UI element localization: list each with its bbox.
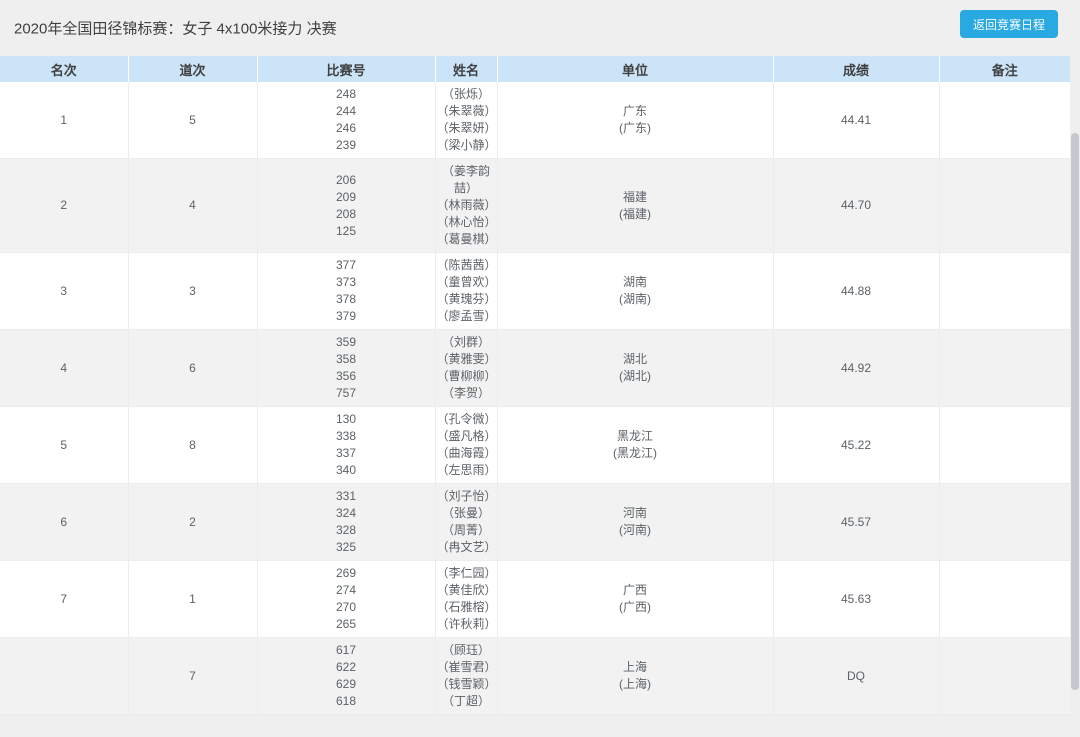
- bib-cell: 206 209 208 125: [257, 158, 436, 253]
- unit-cell: 上海 (上海): [497, 637, 774, 715]
- back-to-schedule-button[interactable]: 返回竞赛日程: [959, 10, 1058, 38]
- table-row: 7 1 269 274 270 265 （李仁园） （黄佳欣） （石雅榕） （许秋莉） 广西 (广西)…: [0, 560, 1070, 638]
- rank-cell: 1: [0, 82, 129, 159]
- result-cell: 44.92: [773, 329, 940, 407]
- rank-cell: [0, 637, 129, 715]
- lane-cell: 5: [128, 82, 258, 159]
- remark-cell: [939, 483, 1070, 561]
- col-header-lane: 道次: [128, 56, 258, 82]
- rank-cell: 5: [0, 406, 129, 484]
- bib-cell: 331 324 328 325: [257, 483, 436, 561]
- unit-cell: 黑龙江 (黑龙江): [497, 406, 774, 484]
- lane-cell: 8: [128, 406, 258, 484]
- remark-cell: [939, 406, 1070, 484]
- lane-cell: 6: [128, 329, 258, 407]
- unit-cell: 河南 (河南): [497, 483, 774, 561]
- bib-cell: 130 338 337 340: [257, 406, 436, 484]
- remark-cell: [939, 329, 1070, 407]
- remark-cell: [939, 252, 1070, 330]
- table-row: 1 5 248 244 246 239 （张烁） （朱翠薇） （朱翠妍） （梁小静） 广东 (广东) 4…: [0, 82, 1070, 159]
- name-cell: （刘群） （黄雅雯） （曹柳柳） （李贺）: [435, 329, 498, 407]
- unit-cell: 湖北 (湖北): [497, 329, 774, 407]
- lane-cell: 1: [128, 560, 258, 638]
- result-cell: 44.88: [773, 252, 940, 330]
- unit-cell: 广西 (广西): [497, 560, 774, 638]
- bib-cell: 377 373 378 379: [257, 252, 436, 330]
- rank-cell: 4: [0, 329, 129, 407]
- table-row: 4 6 359 358 356 757 （刘群） （黄雅雯） （曹柳柳） （李贺） 湖北 (湖北) 44…: [0, 329, 1070, 407]
- rank-cell: 7: [0, 560, 129, 638]
- lane-cell: 3: [128, 252, 258, 330]
- name-cell: （张烁） （朱翠薇） （朱翠妍） （梁小静）: [435, 82, 498, 159]
- table-header: 名次 道次 比赛号 姓名 单位 成绩 备注: [0, 56, 1070, 82]
- col-header-name: 姓名: [435, 56, 498, 82]
- rank-cell: 2: [0, 158, 129, 253]
- rank-cell: 6: [0, 483, 129, 561]
- bib-cell: 269 274 270 265: [257, 560, 436, 638]
- col-header-bib: 比赛号: [257, 56, 436, 82]
- rank-cell: 3: [0, 252, 129, 330]
- bib-cell: 248 244 246 239: [257, 82, 436, 159]
- result-cell: 45.63: [773, 560, 940, 638]
- name-cell: （陈茜茜） （童曾欢） （黄瑰芬） （廖孟雪）: [435, 252, 498, 330]
- lane-cell: 2: [128, 483, 258, 561]
- result-cell: 44.70: [773, 158, 940, 253]
- lane-cell: 4: [128, 158, 258, 253]
- name-cell: （李仁园） （黄佳欣） （石雅榕） （许秋莉）: [435, 560, 498, 638]
- remark-cell: [939, 82, 1070, 159]
- col-header-remark: 备注: [939, 56, 1070, 82]
- remark-cell: [939, 637, 1070, 715]
- result-cell: DQ: [773, 637, 940, 715]
- results-table: 名次 道次 比赛号 姓名 单位 成绩 备注 1 5 248 244 246 239 （张烁）…: [0, 56, 1070, 715]
- name-cell: （顾珏） （崔雪君） （钱雪颖） （丁超）: [435, 637, 498, 715]
- unit-cell: 广东 (广东): [497, 82, 774, 159]
- unit-cell: 湖南 (湖南): [497, 252, 774, 330]
- page-title: 2020年全国田径锦标赛：女子 4x100米接力 决赛: [14, 20, 337, 38]
- result-cell: 45.57: [773, 483, 940, 561]
- topbar: 2020年全国田径锦标赛：女子 4x100米接力 决赛 返回竞赛日程: [0, 0, 1080, 56]
- name-cell: （刘子怡） （张曼） （周菁） （冉文艺）: [435, 483, 498, 561]
- unit-cell: 福建 (福建): [497, 158, 774, 253]
- result-cell: 45.22: [773, 406, 940, 484]
- name-cell: （孔令微） （盛凡格） （曲海霞） （左思雨）: [435, 406, 498, 484]
- name-cell: （姜李韵喆） （林雨薇） （林心怡） （葛曼棋）: [435, 158, 498, 253]
- table-row: 7 617 622 629 618 （顾珏） （崔雪君） （钱雪颖） （丁超） 上海 (上海) DQ: [0, 637, 1070, 715]
- lane-cell: 7: [128, 637, 258, 715]
- remark-cell: [939, 158, 1070, 253]
- bib-cell: 359 358 356 757: [257, 329, 436, 407]
- table-row: 5 8 130 338 337 340 （孔令微） （盛凡格） （曲海霞） （左思雨） 黑龙江 (黑龙…: [0, 406, 1070, 484]
- col-header-unit: 单位: [497, 56, 774, 82]
- vertical-scrollbar-thumb[interactable]: [1071, 133, 1079, 690]
- result-cell: 44.41: [773, 82, 940, 159]
- bib-cell: 617 622 629 618: [257, 637, 436, 715]
- col-header-result: 成绩: [773, 56, 940, 82]
- table-row: 3 3 377 373 378 379 （陈茜茜） （童曾欢） （黄瑰芬） （廖孟雪） 湖南 (湖南)…: [0, 252, 1070, 330]
- remark-cell: [939, 560, 1070, 638]
- col-header-rank: 名次: [0, 56, 129, 82]
- table-row: 6 2 331 324 328 325 （刘子怡） （张曼） （周菁） （冉文艺） 河南 (河南) 45…: [0, 483, 1070, 561]
- table-row: 2 4 206 209 208 125 （姜李韵喆） （林雨薇） （林心怡） （葛曼棋） 福建 (福建…: [0, 158, 1070, 253]
